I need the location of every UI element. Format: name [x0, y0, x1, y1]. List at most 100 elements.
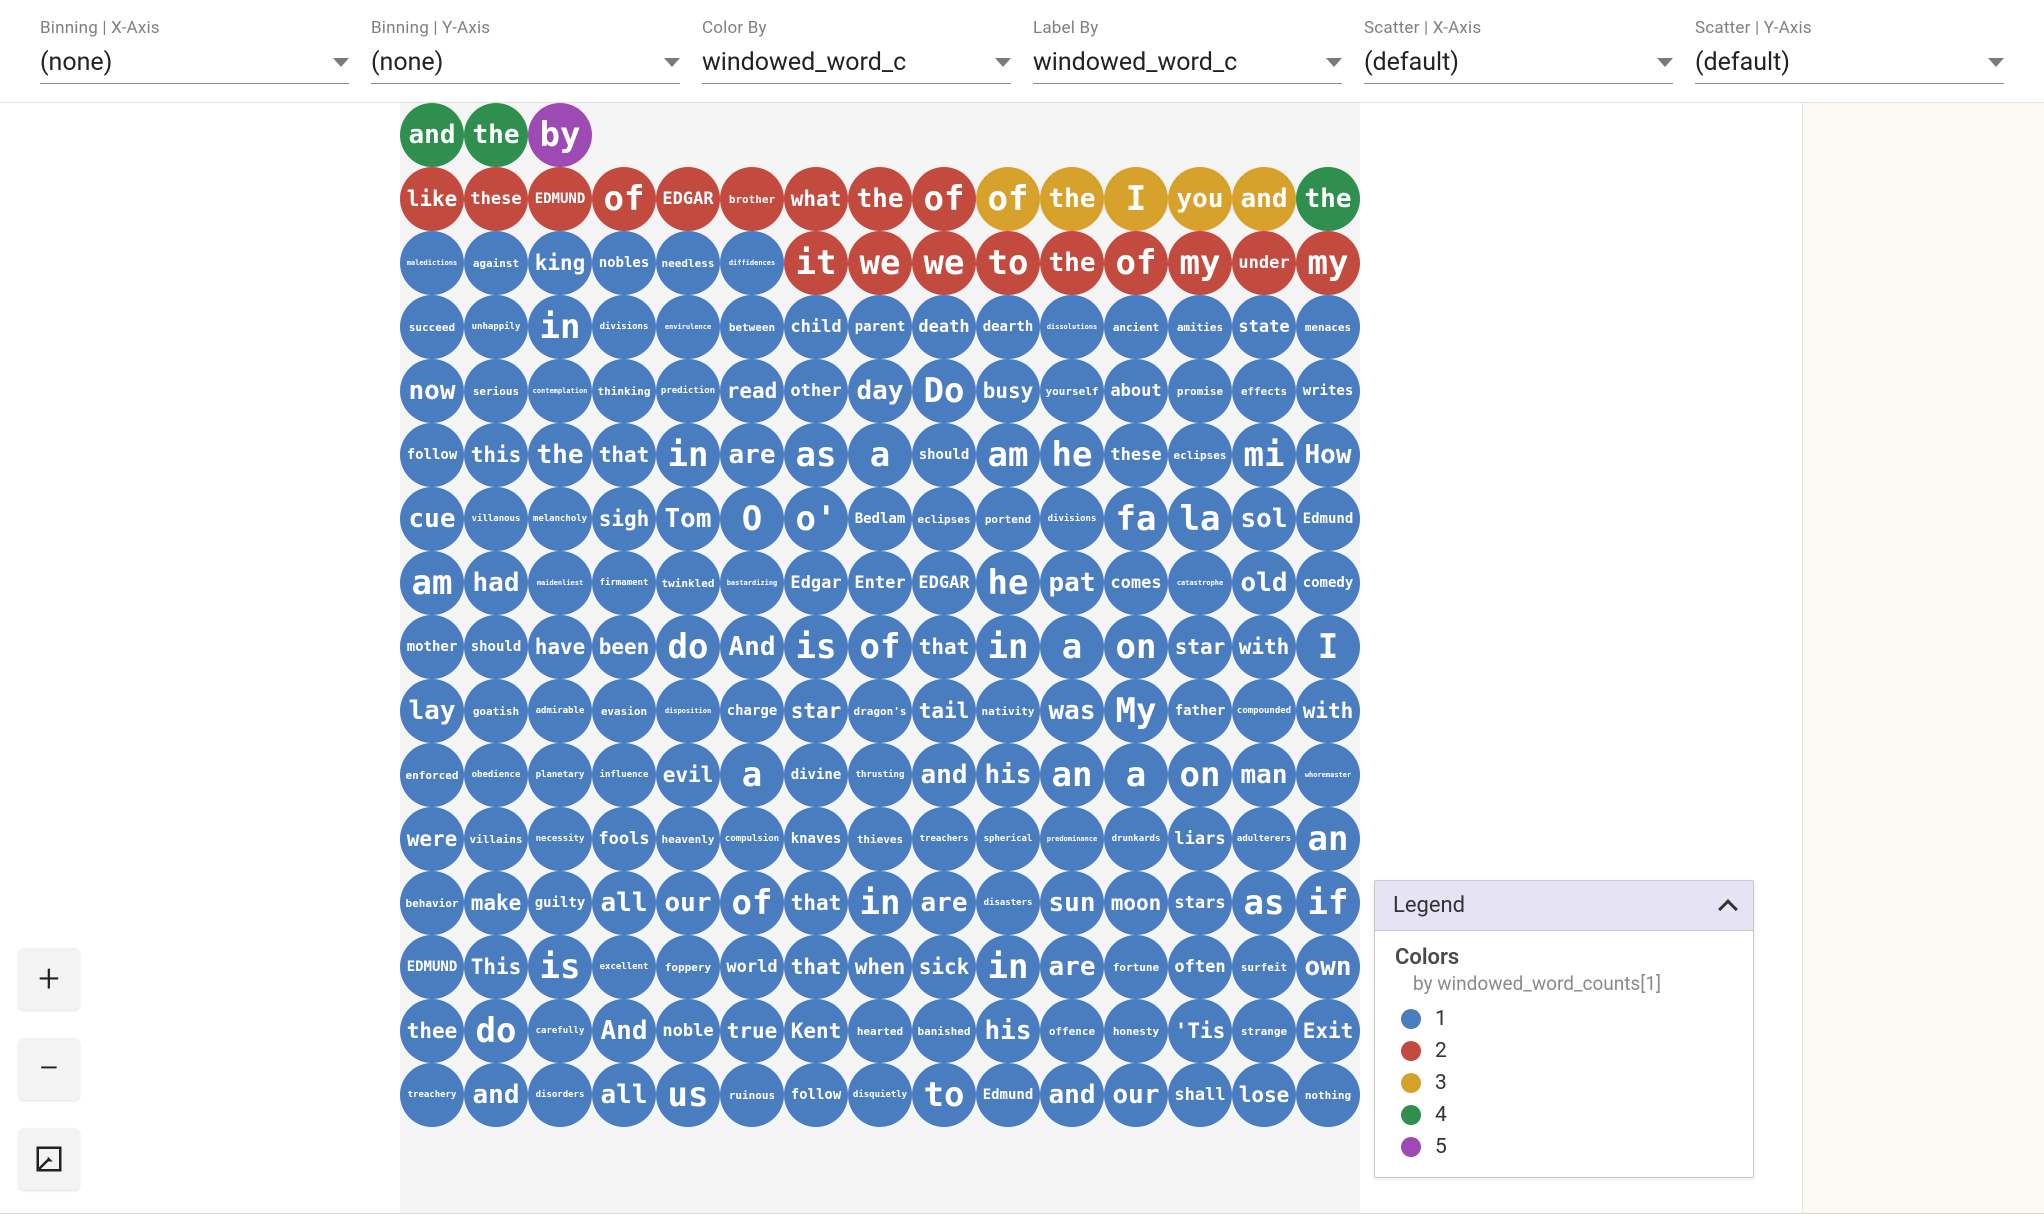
bubble[interactable]: influence [592, 743, 656, 807]
legend-item[interactable]: 2 [1401, 1039, 1733, 1063]
bubble[interactable]: diffidences [720, 231, 784, 295]
bubble[interactable]: EDMUND [528, 167, 592, 231]
bubble[interactable]: thee [400, 999, 464, 1063]
bubble[interactable]: is [784, 615, 848, 679]
bubble[interactable]: ruinous [720, 1063, 784, 1127]
bubble[interactable]: EDGAR [656, 167, 720, 231]
bubble[interactable]: it [784, 231, 848, 295]
bubble[interactable]: enforced [400, 743, 464, 807]
bubble[interactable]: a [720, 743, 784, 807]
bubble[interactable]: shall [1168, 1063, 1232, 1127]
bubble[interactable]: pat [1040, 551, 1104, 615]
bubble[interactable]: menaces [1296, 295, 1360, 359]
bubble[interactable]: and [1040, 1063, 1104, 1127]
bubble[interactable]: sick [912, 935, 976, 999]
bubble[interactable]: if [1296, 871, 1360, 935]
bubble[interactable]: comedy [1296, 551, 1360, 615]
bubble[interactable]: effects [1232, 359, 1296, 423]
bubble[interactable]: the [848, 167, 912, 231]
bubble[interactable]: thieves [848, 807, 912, 871]
bubble[interactable]: as [784, 423, 848, 487]
bubble[interactable]: charge [720, 679, 784, 743]
dropdown-value-row[interactable]: (default) [1364, 44, 1673, 84]
bubble[interactable]: drunkards [1104, 807, 1168, 871]
bubble[interactable]: this [464, 423, 528, 487]
bubble[interactable]: an [1296, 807, 1360, 871]
bubble[interactable]: a [1104, 743, 1168, 807]
bubble[interactable]: on [1168, 743, 1232, 807]
bubble[interactable]: noble [656, 999, 720, 1063]
dropdown-value-row[interactable]: windowed_word_c [1033, 44, 1342, 84]
bubble[interactable]: the [464, 103, 528, 167]
bubble[interactable]: Edmund [976, 1063, 1040, 1127]
bubble[interactable]: busy [976, 359, 1040, 423]
bubble[interactable]: dissolutions [1040, 295, 1104, 359]
bubble[interactable]: Edmund [1296, 487, 1360, 551]
bubble[interactable]: my [1168, 231, 1232, 295]
bubble[interactable]: disasters [976, 871, 1040, 935]
bubble[interactable]: what [784, 167, 848, 231]
bubble[interactable]: banished [912, 999, 976, 1063]
bubble[interactable]: How [1296, 423, 1360, 487]
dropdown-binning-y[interactable]: Binning | Y-Axis (none) [371, 18, 680, 102]
bubble[interactable]: all [592, 871, 656, 935]
bubble[interactable]: o' [784, 487, 848, 551]
bubble[interactable]: stars [1168, 871, 1232, 935]
bubble[interactable]: mi [1232, 423, 1296, 487]
bubble[interactable]: should [912, 423, 976, 487]
bubble[interactable]: day [848, 359, 912, 423]
bubble[interactable]: fa [1104, 487, 1168, 551]
bubble-grid-canvas[interactable]: andthebyliketheseEDMUNDofEDGARbrotherwha… [400, 103, 1360, 1214]
bubble[interactable]: villanous [464, 487, 528, 551]
bubble[interactable]: read [720, 359, 784, 423]
bubble[interactable]: eclipses [1168, 423, 1232, 487]
bubble[interactable]: bastardizing [720, 551, 784, 615]
bubble[interactable]: melancholy [528, 487, 592, 551]
bubble[interactable]: portend [976, 487, 1040, 551]
bubble[interactable]: twinkled [656, 551, 720, 615]
bubble[interactable]: and [912, 743, 976, 807]
bubble[interactable]: and [1232, 167, 1296, 231]
bubble[interactable]: treachery [400, 1063, 464, 1127]
bubble[interactable]: I [1104, 167, 1168, 231]
bubble[interactable]: thinking [592, 359, 656, 423]
bubble[interactable]: the [1040, 167, 1104, 231]
bubble[interactable]: la [1168, 487, 1232, 551]
bubble[interactable]: that [592, 423, 656, 487]
bubble[interactable]: My [1104, 679, 1168, 743]
bubble[interactable]: disorders [528, 1063, 592, 1127]
bubble[interactable]: dragon's [848, 679, 912, 743]
bubble[interactable]: am [976, 423, 1040, 487]
bubble[interactable]: that [784, 935, 848, 999]
bubble[interactable]: catastrophe [1168, 551, 1232, 615]
bubble[interactable]: honesty [1104, 999, 1168, 1063]
bubble[interactable]: old [1232, 551, 1296, 615]
bubble[interactable]: in [848, 871, 912, 935]
bubble[interactable]: world [720, 935, 784, 999]
bubble[interactable]: And [720, 615, 784, 679]
bubble[interactable]: spherical [976, 807, 1040, 871]
bubble[interactable]: treachers [912, 807, 976, 871]
bubble[interactable]: follow [784, 1063, 848, 1127]
bubble[interactable]: by [528, 103, 592, 167]
bubble[interactable]: offence [1040, 999, 1104, 1063]
bubble[interactable]: adulterers [1232, 807, 1296, 871]
bubble[interactable]: writes [1296, 359, 1360, 423]
legend-item[interactable]: 1 [1401, 1007, 1733, 1031]
bubble[interactable]: evasion [592, 679, 656, 743]
bubble[interactable]: are [912, 871, 976, 935]
dropdown-label-by[interactable]: Label By windowed_word_c [1033, 18, 1342, 102]
bubble[interactable]: and [400, 103, 464, 167]
bubble[interactable]: in [656, 423, 720, 487]
bubble[interactable]: divisions [592, 295, 656, 359]
bubble[interactable]: disposition [656, 679, 720, 743]
bubble[interactable]: death [912, 295, 976, 359]
bubble[interactable]: yourself [1040, 359, 1104, 423]
bubble[interactable]: to [976, 231, 1040, 295]
bubble[interactable]: needless [656, 231, 720, 295]
bubble[interactable]: compounded [1232, 679, 1296, 743]
bubble[interactable]: EDGAR [912, 551, 976, 615]
bubble[interactable]: our [1104, 1063, 1168, 1127]
bubble[interactable]: envirulence [656, 295, 720, 359]
bubble[interactable]: sigh [592, 487, 656, 551]
